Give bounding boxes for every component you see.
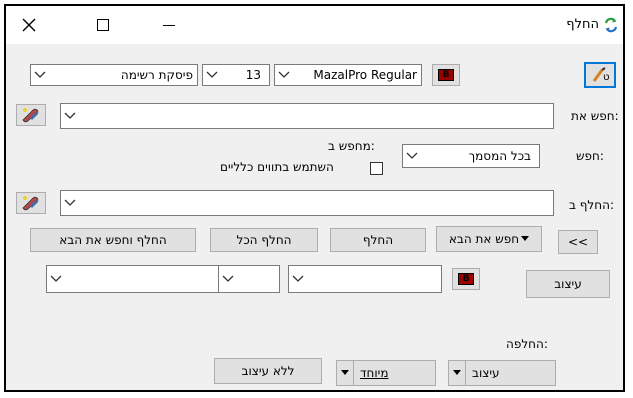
- format-combo-1[interactable]: [46, 265, 222, 293]
- font-name-value: MazalPro Regular: [313, 68, 417, 82]
- find-next-label: חפש את הבא: [448, 232, 520, 246]
- font-size-combo[interactable]: 13: [202, 64, 270, 86]
- replace-icon: [603, 17, 619, 33]
- format-painter-button[interactable]: ט: [584, 62, 616, 88]
- replace-with-label: החלף ב:: [569, 198, 614, 212]
- minimize-button[interactable]: [156, 14, 182, 36]
- use-wildcards-label: השתמש בתווים כלליים: [220, 160, 334, 174]
- chevron-down-icon: [63, 108, 77, 124]
- replace-dialog: החלף פיסקת רשימה 13 MazalPro Regular B ט: [4, 4, 625, 392]
- minimize-icon: [163, 25, 175, 26]
- search-label: חפש:: [576, 149, 604, 163]
- chevron-down-icon: [277, 67, 291, 83]
- replace-input[interactable]: [60, 190, 554, 216]
- eraser-icon: [22, 108, 39, 123]
- paragraph-style-value: פיסקת רשימה: [120, 68, 193, 82]
- title-bar: החלף: [6, 6, 623, 44]
- eraser-icon: [22, 196, 39, 211]
- chevron-down-icon: [33, 67, 47, 83]
- format-button[interactable]: עיצוב: [526, 270, 610, 298]
- format-split-button[interactable]: עיצוב: [448, 360, 556, 386]
- font-name-combo[interactable]: MazalPro Regular: [274, 64, 422, 86]
- replace-button[interactable]: החלף: [330, 228, 426, 252]
- replace-all-button[interactable]: החלף הכל: [210, 228, 318, 252]
- find-what-label: חפש את:: [571, 109, 619, 123]
- replace-find-next-button[interactable]: החלף וחפש את הבא: [30, 228, 196, 252]
- chevron-down-icon: [405, 148, 419, 164]
- paragraph-style-combo[interactable]: פיסקת רשימה: [30, 64, 198, 86]
- chevron-down-icon: [63, 195, 77, 211]
- use-wildcards-checkbox[interactable]: [370, 162, 383, 175]
- close-icon: [22, 18, 36, 32]
- find-next-button[interactable]: חפש את הבא: [436, 226, 542, 252]
- format-painter-icon: ט: [592, 67, 609, 83]
- clear-replace-button[interactable]: [16, 192, 46, 214]
- font-color-swatch: B: [438, 69, 454, 81]
- replacement-label: החלפה:: [506, 337, 548, 351]
- caret-down-icon: [337, 361, 354, 385]
- chevron-down-icon: [221, 271, 235, 287]
- search-in-label: מחפש ב:: [328, 139, 375, 153]
- chevron-down-icon: [49, 271, 63, 287]
- no-format-button[interactable]: ללא עיצוב: [214, 358, 322, 384]
- format-combo-3[interactable]: [288, 265, 442, 293]
- caret-down-icon: [521, 236, 530, 241]
- expand-button[interactable]: <<: [558, 230, 598, 254]
- find-input[interactable]: [60, 103, 554, 129]
- format-color-swatch: B: [458, 273, 474, 285]
- format-combo-2[interactable]: [218, 265, 280, 293]
- chevron-down-icon: [291, 271, 305, 287]
- search-scope-value: בכל המסמך: [468, 149, 531, 163]
- clear-find-button[interactable]: [16, 104, 46, 126]
- maximize-icon: [97, 19, 109, 31]
- font-color-button[interactable]: B: [432, 64, 460, 86]
- chevron-down-icon: [205, 67, 219, 83]
- dialog-title: החלף: [566, 17, 599, 32]
- format-color-button[interactable]: B: [452, 268, 480, 290]
- search-scope-combo[interactable]: בכל המסמך: [402, 144, 540, 168]
- special-split-button[interactable]: מיוחד: [336, 360, 436, 386]
- font-size-value: 13: [245, 68, 261, 82]
- special-split-label: מיוחד: [360, 366, 389, 380]
- caret-down-icon: [449, 361, 466, 385]
- svg-text:ט: ט: [603, 72, 609, 83]
- maximize-button[interactable]: [90, 14, 116, 36]
- close-button[interactable]: [16, 14, 42, 36]
- format-split-label: עיצוב: [472, 366, 500, 380]
